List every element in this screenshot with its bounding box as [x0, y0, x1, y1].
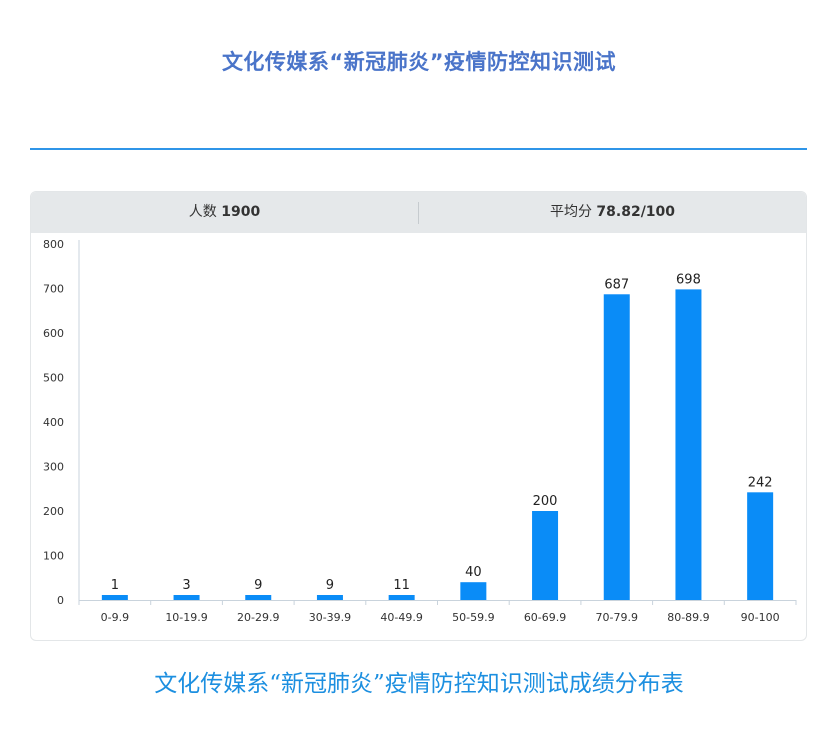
y-tick-label: 800	[43, 238, 64, 251]
data-label: 3	[182, 578, 190, 593]
page-title: 文化传媒系“新冠肺炎”疫情防控知识测试	[221, 50, 617, 74]
bar	[532, 511, 559, 600]
data-label: 1	[111, 578, 119, 593]
x-tick-label: 0-9.9	[101, 611, 129, 624]
y-tick-label: 600	[43, 327, 64, 340]
bar	[101, 595, 128, 600]
chart-caption: 文化传媒系“新冠肺炎”疫情防控知识测试成绩分布表	[154, 671, 684, 697]
bar	[747, 492, 774, 600]
y-tick-label: 500	[43, 372, 64, 385]
x-tick-label: 30-39.9	[309, 611, 351, 624]
data-label: 9	[254, 578, 262, 593]
x-tick-label: 80-89.9	[667, 611, 709, 624]
data-label: 698	[676, 272, 701, 287]
bar	[675, 289, 702, 600]
data-label: 200	[533, 494, 558, 509]
y-tick-label: 100	[43, 550, 64, 563]
data-label: 11	[393, 578, 410, 593]
y-tick-label: 700	[43, 283, 64, 296]
bar	[603, 294, 630, 600]
x-tick-label: 70-79.9	[596, 611, 638, 624]
y-tick-label: 300	[43, 461, 64, 474]
x-tick-label: 20-29.9	[237, 611, 279, 624]
bar	[388, 595, 415, 600]
x-tick-label: 50-59.9	[452, 611, 494, 624]
bar	[460, 582, 487, 600]
data-label: 687	[604, 277, 629, 292]
x-tick-label: 90-100	[741, 611, 780, 624]
x-tick-label: 10-19.9	[165, 611, 207, 624]
bar	[316, 595, 343, 600]
x-tick-label: 60-69.9	[524, 611, 566, 624]
chart-card: 人数 1900 平均分 78.82/100 0 100 200 300 400 500 60…	[30, 191, 807, 641]
y-tick-label: 200	[43, 505, 64, 518]
y-tick-label: 400	[43, 416, 64, 429]
x-tick-label: 40-49.9	[380, 611, 422, 624]
data-label: 40	[465, 565, 482, 580]
data-label: 9	[326, 578, 334, 593]
bar	[245, 595, 272, 600]
data-label: 242	[748, 475, 773, 490]
score-distribution-chart: 0 100 200 300 400 500 600 700 800 1 0-9.9 3 10-19.9 9…	[43, 238, 797, 624]
y-tick-label: 0	[57, 594, 64, 607]
title-divider	[30, 148, 807, 150]
bar	[173, 595, 200, 600]
